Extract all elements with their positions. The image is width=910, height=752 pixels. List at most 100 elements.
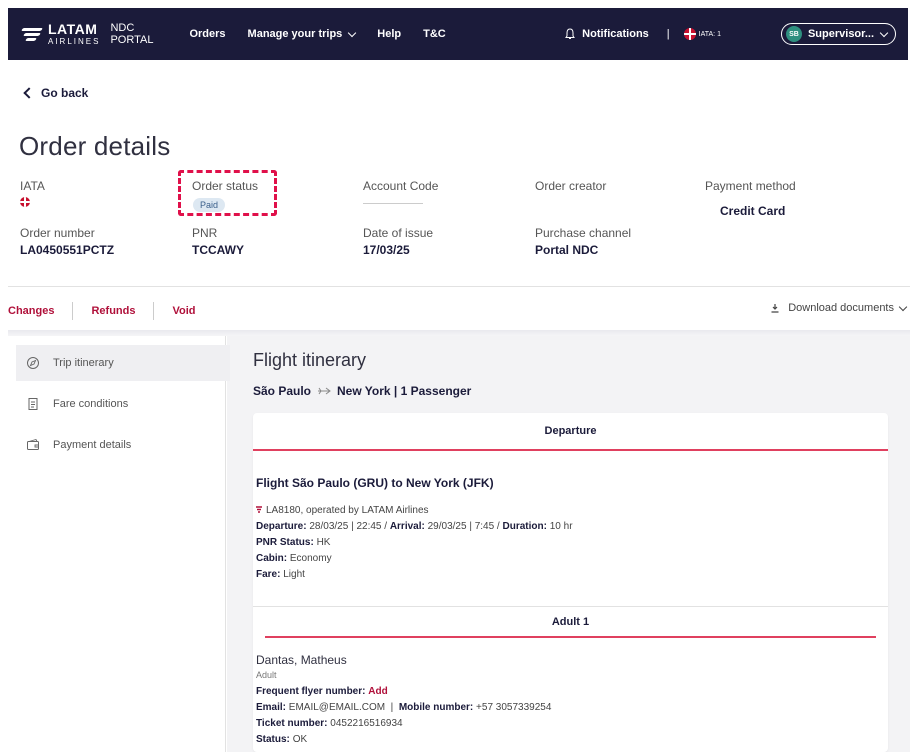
iata-selector[interactable]: IATA: 1 [683, 28, 721, 40]
nav-orders-label: Orders [189, 28, 226, 40]
go-back-label: Go back [41, 86, 89, 100]
sidebar-item-label: Fare conditions [53, 398, 129, 410]
order-number-label: Order number [20, 226, 95, 240]
tab-departure-label: Departure [544, 425, 597, 437]
latam-logo-icon [21, 27, 44, 41]
chevron-down-icon [898, 302, 908, 311]
sidebar-item-label: Payment details [53, 439, 132, 451]
plane-icon [318, 387, 331, 395]
pnr-status-label: PNR Status: [256, 537, 314, 548]
uk-flag-icon [20, 197, 30, 207]
contact-separator: | [390, 702, 394, 713]
chevron-down-icon [348, 28, 357, 37]
payment-method-value: Credit Card [720, 204, 786, 218]
divider [72, 302, 74, 320]
purchase-channel-label: Purchase channel [535, 226, 632, 240]
compass-icon [27, 357, 39, 369]
nav-terms-label: T&C [423, 28, 446, 40]
order-actions: Changes Refunds Void [8, 302, 195, 320]
order-number-value: LA0450551PCTZ [20, 243, 115, 257]
section-title: Flight itinerary [253, 350, 367, 370]
sidebar-item-label: Trip itinerary [53, 357, 114, 369]
chevron-down-icon [879, 28, 889, 37]
divider [8, 286, 910, 287]
cabin-value: Economy [289, 553, 332, 564]
void-link[interactable]: Void [172, 305, 195, 317]
add-frequent-flyer-link[interactable]: Add [368, 686, 387, 697]
iata-label: IATA [20, 179, 45, 193]
header-separator: | [666, 28, 670, 40]
mobile-value: +57 3057339254 [476, 702, 552, 713]
itinerary-card: Departure Flight São Paulo (GRU) to New … [253, 413, 888, 752]
cabin-line: Cabin: Economy [256, 553, 332, 564]
pnr-status-value: HK [316, 537, 331, 548]
nav-orders[interactable]: Orders [189, 28, 225, 40]
passenger-status-value: OK [292, 734, 308, 745]
sidebar-item-payment-details[interactable]: Payment details [16, 427, 230, 463]
refunds-link[interactable]: Refunds [91, 305, 135, 317]
chevron-left-icon [23, 87, 35, 99]
order-creator-label: Order creator [535, 179, 607, 193]
wallet-icon [27, 438, 39, 450]
cabin-label: Cabin: [256, 553, 288, 564]
email-value: EMAIL@EMAIL.COM [288, 702, 386, 713]
ticket-value: 0452216516934 [330, 718, 403, 729]
pnr-label: PNR [192, 226, 218, 240]
tab-adult-1[interactable]: Adult 1 [265, 607, 876, 638]
portal-label-line1: NDC [110, 22, 135, 34]
tab-departure[interactable]: Departure [253, 413, 888, 451]
departure-value: 28/03/25 | 22:45 / [309, 521, 388, 532]
pnr-value: TCCAWY [192, 243, 244, 257]
passenger-name: Dantas, Matheus [256, 653, 347, 667]
flight-operator-line: LA8180, operated by LATAM Airlines [256, 505, 429, 516]
iata-code-label: IATA: 1 [698, 30, 721, 38]
email-label: Email: [256, 702, 287, 713]
contact-line: Email: EMAIL@EMAIL.COM | Mobile number: … [256, 702, 551, 713]
bell-icon [565, 28, 576, 39]
latam-logo[interactable]: LATAM AIRLINES NDC PORTAL [21, 21, 154, 46]
passenger-type: Adult [256, 670, 277, 680]
nav-terms[interactable]: T&C [423, 28, 446, 40]
portal-label-line2: PORTAL [110, 34, 154, 46]
fare-value: Light [283, 569, 305, 580]
nav-help-label: Help [377, 28, 402, 40]
top-navigation-bar: LATAM AIRLINES NDC PORTAL Orders Manage … [8, 8, 908, 60]
arrival-label: Arrival: [389, 521, 425, 532]
fare-label: Fare: [256, 569, 281, 580]
duration-value: 10 hr [549, 521, 573, 532]
flight-times-line: Departure: 28/03/25 | 22:45 / Arrival: 2… [256, 521, 573, 532]
ticket-line: Ticket number: 0452216516934 [256, 718, 403, 729]
tab-adult-1-label: Adult 1 [551, 615, 590, 628]
route-destination-passengers: New York | 1 Passenger [337, 384, 472, 398]
brand-name: LATAM [48, 21, 98, 37]
fare-line: Fare: Light [256, 569, 305, 580]
duration-label: Duration: [502, 521, 547, 532]
go-back-link[interactable]: Go back [23, 86, 89, 100]
avatar: SB [785, 26, 802, 42]
download-documents-label: Download documents [788, 302, 894, 314]
nav-manage-trips[interactable]: Manage your trips [247, 28, 357, 40]
nav-help[interactable]: Help [377, 28, 401, 40]
date-of-issue-label: Date of issue [363, 226, 434, 240]
sidebar-item-trip-itinerary[interactable]: Trip itinerary [16, 345, 230, 381]
arrival-value: 29/03/25 | 7:45 / [427, 521, 500, 532]
brand-subtitle: AIRLINES [48, 37, 101, 46]
notifications-label: Notifications [582, 28, 649, 40]
flight-operator: LA8180, operated by LATAM Airlines [266, 505, 429, 516]
document-icon [28, 398, 38, 410]
date-of-issue-value: 17/03/25 [363, 243, 410, 257]
user-menu-button[interactable]: SB Supervisor... [780, 23, 896, 45]
nav-manage-trips-label: Manage your trips [247, 28, 343, 40]
section-shadow [8, 330, 910, 336]
download-documents-button[interactable]: Download documents [770, 302, 908, 314]
flight-heading: Flight São Paulo (GRU) to New York (JFK) [256, 476, 494, 490]
passenger-status-line: Status: OK [256, 734, 307, 745]
purchase-channel-value: Portal NDC [535, 243, 599, 257]
passenger-status-label: Status: [256, 734, 290, 745]
changes-link[interactable]: Changes [8, 305, 54, 317]
latam-logo-icon [256, 506, 262, 513]
route-origin: São Paulo [253, 384, 312, 398]
notifications-button[interactable]: Notifications [564, 28, 649, 40]
route-summary: São Paulo New York | 1 Passenger [253, 384, 471, 398]
sidebar-item-fare-conditions[interactable]: Fare conditions [16, 386, 230, 422]
